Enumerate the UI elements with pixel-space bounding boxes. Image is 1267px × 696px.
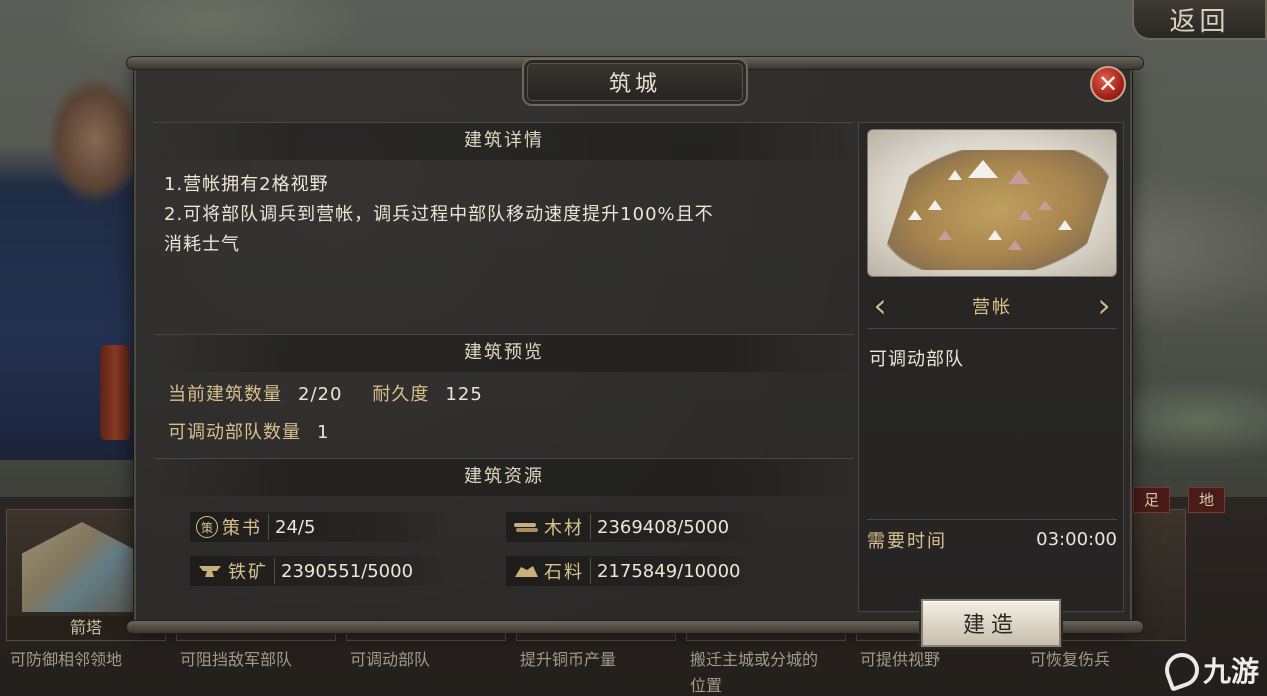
resource-strategy-book: 策 策书 24/5 xyxy=(190,512,450,542)
scroll-prop xyxy=(100,345,130,440)
strategy-book-icon: 策 xyxy=(196,516,218,538)
resources-heading: 建筑资源 xyxy=(154,458,854,496)
resource-label: 铁矿 xyxy=(228,558,275,584)
resource-value: 2390551/5000 xyxy=(281,560,414,582)
resource-value: 2175849/10000 xyxy=(597,560,741,582)
details-line: 1.营帐拥有2格视野 xyxy=(164,174,329,195)
building-card-desc: 可防御相邻领地 xyxy=(10,650,123,669)
building-selector: ‹ 营帐 › xyxy=(867,283,1117,329)
resource-wood: 木材 2369408/5000 xyxy=(506,512,766,542)
wood-icon xyxy=(512,516,540,538)
chevron-left-icon[interactable]: ‹ xyxy=(867,286,893,326)
preview-row-troops: 可调动部队数量 1 xyxy=(168,418,329,444)
troops-label: 可调动部队数量 xyxy=(168,422,301,443)
resource-label: 木材 xyxy=(544,514,591,540)
details-heading: 建筑详情 xyxy=(154,122,854,160)
building-card-desc: 提升铜币产量 xyxy=(520,650,617,669)
building-card-desc: 搬迁主城或分城的位置 xyxy=(690,650,819,695)
resource-stone: 石料 2175849/10000 xyxy=(506,556,766,586)
building-name: 营帐 xyxy=(972,296,1012,318)
resource-label: 石料 xyxy=(544,558,591,584)
building-tag: 地 xyxy=(1188,487,1226,513)
details-line: 消耗士气 xyxy=(164,234,240,255)
watermark-text: 九游 xyxy=(1202,655,1259,688)
count-label: 当前建筑数量 xyxy=(168,384,282,405)
building-card-desc: 可调动部队 xyxy=(350,650,431,669)
stone-icon xyxy=(512,560,540,582)
building-card-desc: 可提供视野 xyxy=(860,650,941,669)
build-button[interactable]: 建造 xyxy=(921,599,1061,647)
chevron-right-icon[interactable]: › xyxy=(1091,286,1117,326)
build-dialog: 筑城 ✕ 建筑详情 1.营帐拥有2格视野 2.可将部队调兵到营帐，调兵过程中部队… xyxy=(126,56,1144,647)
building-card-desc: 可阻挡敌军部队 xyxy=(180,650,293,669)
building-info-panel: ‹ 营帐 › 可调动部队 需要时间 03:00:00 建造 xyxy=(858,122,1124,647)
close-icon[interactable]: ✕ xyxy=(1090,66,1126,102)
preview-heading: 建筑预览 xyxy=(154,334,854,372)
return-button[interactable]: 返回 xyxy=(1132,0,1267,40)
time-label: 需要时间 xyxy=(867,530,947,552)
durability-label: 耐久度 xyxy=(372,384,430,405)
details-line: 2.可将部队调兵到营帐，调兵过程中部队移动速度提升100%且不 xyxy=(164,204,714,225)
building-function: 可调动部队 xyxy=(869,349,964,370)
iron-anvil-icon xyxy=(196,560,224,582)
time-value: 03:00:00 xyxy=(1036,529,1117,550)
preview-row-count: 当前建筑数量 2/20 耐久度 125 xyxy=(168,380,483,406)
build-time-row: 需要时间 03:00:00 xyxy=(867,519,1117,559)
durability-value: 125 xyxy=(445,384,483,405)
details-text: 1.营帐拥有2格视野 2.可将部队调兵到营帐，调兵过程中部队移动速度提升100%… xyxy=(164,170,844,260)
count-value: 2/20 xyxy=(298,384,343,405)
resource-value: 24/5 xyxy=(275,516,316,538)
building-card-desc: 可恢复伤兵 xyxy=(1030,650,1111,669)
camp-building-image xyxy=(867,129,1117,277)
building-tag: 足 xyxy=(1133,487,1171,513)
resource-value: 2369408/5000 xyxy=(597,516,730,538)
resource-label: 策书 xyxy=(222,514,269,540)
resource-iron: 铁矿 2390551/5000 xyxy=(190,556,450,586)
watermark-icon xyxy=(1160,648,1204,692)
dialog-title: 筑城 xyxy=(522,58,748,106)
arrow-tower-image xyxy=(22,522,142,612)
watermark-logo: 九游 xyxy=(1160,648,1259,692)
troops-value: 1 xyxy=(317,422,330,443)
